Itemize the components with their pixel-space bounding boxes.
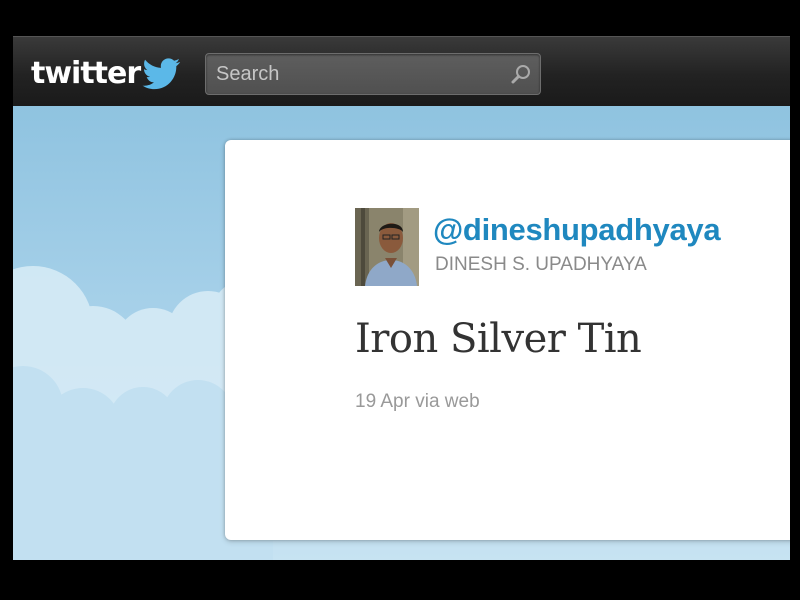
twitter-bird-icon: [142, 58, 181, 90]
top-navigation-bar: twitter: [13, 36, 790, 107]
twitter-logo[interactable]: twitter: [31, 53, 182, 93]
tweet-meta: 19 Apr via web: [355, 391, 480, 413]
via-label: via: [415, 391, 440, 412]
user-avatar[interactable]: [355, 208, 419, 286]
search-box: [205, 53, 541, 95]
search-input[interactable]: [206, 54, 540, 94]
tweet-text: Iron Silver Tin: [355, 316, 642, 362]
logo-wordmark: twitter: [31, 55, 141, 91]
tweet-source-link[interactable]: web: [445, 391, 480, 412]
twitter-window: twitter Search @dineshupadhyaya DINESH S…: [13, 36, 790, 560]
tweet-card: @dineshupadhyaya DINESH S. UPADHYAYA Iro…: [225, 140, 790, 540]
user-handle-link[interactable]: @dineshupadhyaya: [433, 212, 721, 248]
tweet-timestamp-link[interactable]: 19 Apr: [355, 391, 410, 412]
user-full-name[interactable]: DINESH S. UPADHYAYA: [435, 254, 647, 276]
search-icon[interactable]: [510, 63, 532, 85]
avatar-image: [355, 208, 419, 286]
